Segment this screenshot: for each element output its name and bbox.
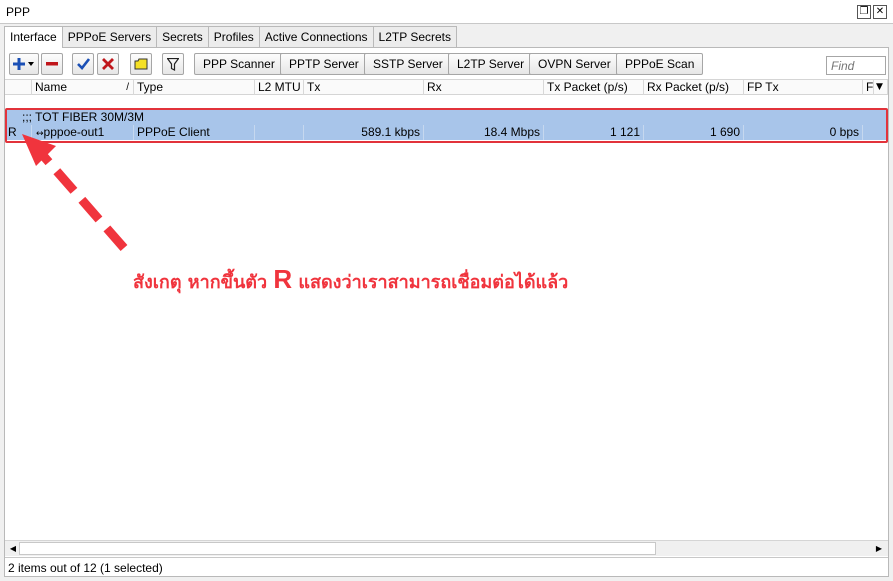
annotation-text: สังเกตุ หากขึ้นตัว R แสดงว่าเราสามารถเชื…	[133, 264, 569, 294]
annotation-letter: R	[273, 264, 293, 294]
tab-interface[interactable]: Interface	[4, 26, 63, 48]
